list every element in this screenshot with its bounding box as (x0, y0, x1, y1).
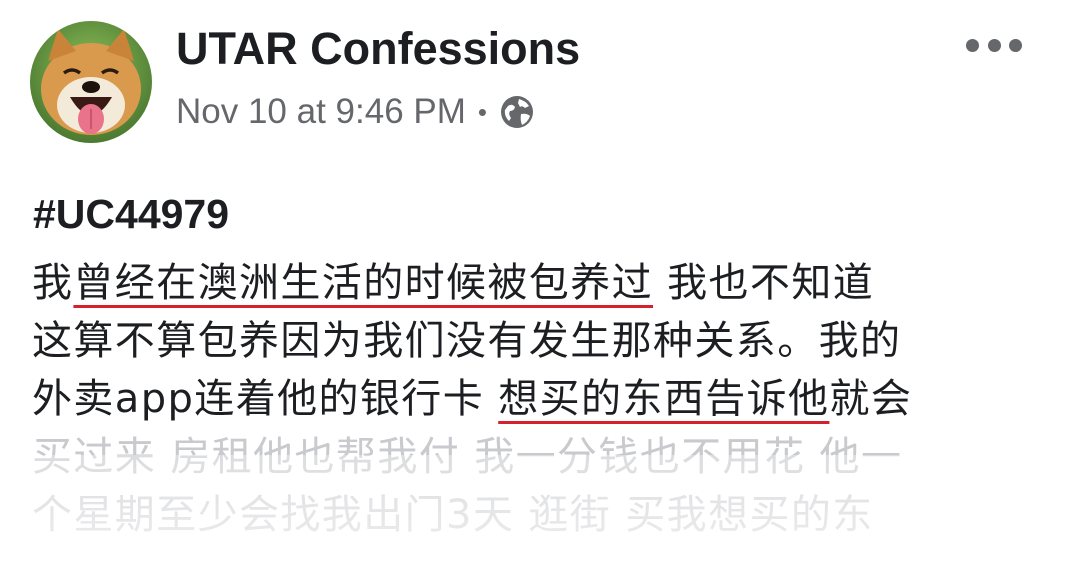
faded-continuation[interactable]: 买过来 房租他也帮我付 我一分钱也不用花 他一 个星期至少会找我出门3天 逛街 … (32, 428, 1062, 544)
faded-line-1: 买过来 房租他也帮我付 我一分钱也不用花 他一 (32, 434, 903, 480)
text-segment: 我 (32, 260, 74, 306)
post-timestamp[interactable]: Nov 10 at 9:46 PM (176, 92, 466, 132)
post-line-1: 我曾经在澳洲生活的时候被包养过 我也不知道 (32, 254, 1062, 312)
meta-separator: • (477, 96, 487, 127)
post-body: 我曾经在澳洲生活的时候被包养过 我也不知道 这算不算包养因为我们没有发生那种关系… (32, 254, 1062, 544)
post-meta: Nov 10 at 9:46 PM • (176, 88, 535, 136)
post-line-2: 这算不算包养因为我们没有发生那种关系。我的 (32, 312, 1062, 370)
more-options-icon[interactable] (966, 30, 1022, 60)
faded-line-2: 个星期至少会找我出门3天 逛街 买我想买的东 (32, 492, 874, 538)
text-segment: 这算不算包养因为我们没有发生那种关系。我的 (32, 318, 902, 364)
text-segment: 我也不知道 (653, 260, 875, 306)
more-dot (1009, 38, 1022, 52)
post-hashtag[interactable]: #UC44979 (33, 188, 229, 240)
globe-icon[interactable] (499, 94, 535, 130)
confession-post: UTAR Confessions Nov 10 at 9:46 PM • #UC… (0, 0, 1074, 582)
underlined-text-segment: 想买的东西告诉他 (498, 376, 830, 422)
more-dot (966, 38, 979, 52)
page-name[interactable]: UTAR Confessions (176, 22, 580, 76)
more-dot (987, 38, 1001, 52)
post-line-3: 外卖app连着他的银行卡 想买的东西告诉他就会 (32, 370, 1062, 428)
underlined-text-segment: 曾经在澳洲生活的时候被包养过 (73, 260, 654, 306)
shiba-dog-avatar-image (30, 21, 152, 143)
text-segment: 就会 (829, 376, 913, 422)
page-avatar[interactable] (30, 21, 152, 143)
text-segment: 外卖app连着他的银行卡 (32, 376, 499, 422)
